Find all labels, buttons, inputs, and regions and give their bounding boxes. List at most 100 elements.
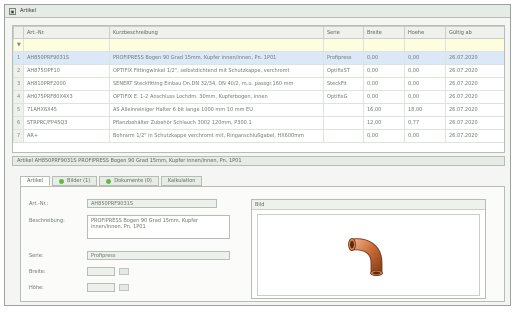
cell-art-nr: AH810PRF2000 (23, 77, 110, 91)
table-row[interactable]: 7 AR+ Bohrarm 1/2" in Schutzkappe verchr… (13, 129, 504, 143)
label-breite: Breite: (29, 269, 46, 275)
table-row[interactable]: 3 AH810PRF2000 SENERT Steckfitting Einba… (13, 77, 504, 91)
cell-hoehe: 0,00 (404, 51, 446, 65)
cell-hoehe: 0,00 (404, 77, 446, 91)
row-number: 3 (13, 77, 24, 91)
filter-row[interactable]: ▼ (13, 38, 504, 52)
art-nr-field[interactable]: AH850PRF9031S (87, 199, 217, 208)
cell-description: AS Alleinreiniger Halter 6 bit lange 100… (109, 103, 324, 117)
cell-hoehe: 18,00 (404, 103, 446, 117)
image-frame (257, 214, 480, 296)
row-number: 1 (13, 51, 24, 65)
cell-hoehe: 0,00 (404, 129, 446, 143)
tab-label: Kalkulation (167, 178, 196, 184)
column-header-serie[interactable]: Serie (323, 26, 364, 39)
cell-date: 26.07.2020 (445, 51, 504, 65)
cell-art-nr: AH875OPF10 (23, 64, 110, 78)
cell-breite: 0,00 (363, 90, 405, 104)
window-title: Artikel (20, 8, 37, 14)
row-number: 5 (13, 103, 24, 117)
row-number: 7 (13, 129, 24, 143)
tab-dokumente[interactable]: Dokumente (0) (99, 176, 159, 186)
cell-breite: 16,00 (363, 103, 405, 117)
status-dot-icon (59, 178, 65, 184)
cell-date: 26.07.2020 (445, 103, 504, 117)
detail-tabs: Artikel Bilder (1) Dokumente (0) Kalkula… (20, 176, 203, 186)
cell-art-nr: 71AHX6X45 (23, 103, 110, 117)
cell-hoehe: 0,00 (404, 64, 446, 78)
column-header-hoehe[interactable]: Hoehe (404, 26, 446, 39)
column-header-rownum[interactable] (13, 26, 24, 39)
cell-serie: SteckFit (323, 77, 364, 91)
column-header-breite[interactable]: Breite (363, 26, 405, 39)
copper-elbow-fitting-icon (348, 238, 383, 277)
table-row[interactable]: 2 AH875OPF10 OPTIFIX Fittingwinkel 1/2",… (13, 64, 504, 78)
image-box-title: Bild (255, 201, 265, 208)
cell-serie (323, 129, 364, 143)
cell-date: 26.07.2020 (445, 129, 504, 143)
row-number: 2 (13, 64, 24, 78)
table-row[interactable]: 5 71AHX6X45 AS Alleinreiniger Halter 6 b… (13, 103, 504, 117)
table-row[interactable]: 4 AH075PRF80X4X3 OPTIFIX E. 1-2 Anschlus… (13, 90, 504, 104)
title-bar: ▣ Artikel (5, 5, 510, 18)
window-icon: ▣ (9, 7, 16, 15)
cell-breite: 0,00 (363, 77, 405, 91)
label-serie: Serie: (29, 253, 44, 259)
cell-art-nr: AH075PRF80X4X3 (23, 90, 110, 104)
cell-serie (323, 116, 364, 130)
image-box: Bild (251, 199, 486, 299)
row-number: 4 (13, 90, 24, 104)
cell-date: 26.07.2020 (445, 77, 504, 91)
article-table: Art.-Nr. Kurzbeschreibung Serie Breite H… (13, 26, 504, 143)
breite-unit-box (119, 268, 129, 275)
tab-bilder[interactable]: Bilder (1) (52, 176, 98, 186)
cell-serie: Profipress (323, 51, 364, 65)
cell-art-nr: AH850PRF9031S (23, 51, 110, 65)
cell-description: OPTIFIX E. 1-2 Anschluss Lochdm. 30mm, K… (109, 90, 324, 104)
filter-icon: ▼ (13, 38, 24, 52)
filter-cell[interactable] (323, 38, 364, 52)
cell-breite: 0,00 (363, 129, 405, 143)
cell-hoehe: 0,77 (404, 116, 446, 130)
table-row[interactable]: 6 STRPRC/FP45Q3 Pflanzbehälter Zubehör S… (13, 116, 504, 130)
status-dot-icon (106, 178, 112, 184)
filter-cell[interactable] (109, 38, 324, 52)
label-hoehe: Höhe: (29, 285, 44, 291)
table-row[interactable]: 1 AH850PRF9031S PROFIPRESS Bogen 90 Grad… (13, 51, 504, 65)
cell-hoehe: 0,00 (404, 90, 446, 104)
tab-kalkulation[interactable]: Kalkulation (160, 176, 203, 186)
filter-cell[interactable] (445, 38, 504, 52)
article-grid: Art.-Nr. Kurzbeschreibung Serie Breite H… (12, 25, 505, 153)
column-header-art-nr[interactable]: Art.-Nr. (23, 26, 110, 39)
tab-label: Bilder (1) (67, 178, 91, 184)
label-beschreibung: Beschreibung: (29, 218, 65, 224)
detail-panel: Art.-Nr.: AH850PRF9031S Beschreibung: PR… (20, 186, 505, 302)
filter-cell[interactable] (404, 38, 446, 52)
detail-header: Artikel AH850PRF9031S PROFIPRESS Bogen 9… (12, 156, 505, 166)
column-header-gueltig-ab[interactable]: Gültig ab (445, 26, 504, 39)
cell-date: 26.07.2020 (445, 64, 504, 78)
image-box-header: Bild (252, 200, 485, 210)
cell-description: PROFIPRESS Bogen 90 Grad 15mm, Kupfer in… (109, 51, 324, 65)
cell-description: SENERT Steckfitting Einbau Dn.DN 32/34, … (109, 77, 324, 91)
filter-cell[interactable] (363, 38, 405, 52)
tab-label: Artikel (27, 178, 44, 184)
cell-breite: 0,00 (363, 51, 405, 65)
cell-art-nr: AR+ (23, 129, 110, 143)
label-art-nr: Art.-Nr.: (29, 201, 49, 207)
filter-cell[interactable] (23, 38, 110, 52)
detail-header-text: Artikel AH850PRF9031S PROFIPRESS Bogen 9… (17, 158, 242, 164)
cell-serie: OptifixST (323, 64, 364, 78)
serie-field[interactable]: Profipress (87, 251, 230, 260)
hoehe-unit-box (119, 284, 129, 291)
column-header-kurzbeschreibung[interactable]: Kurzbeschreibung (109, 26, 324, 39)
description-textarea[interactable]: PROFIPRESS Bogen 90 Grad 15mm, Kupfer in… (87, 215, 230, 239)
breite-field[interactable] (87, 267, 115, 276)
tab-artikel[interactable]: Artikel (20, 176, 51, 186)
hoehe-field[interactable] (87, 283, 115, 292)
cell-breite: 12,00 (363, 116, 405, 130)
cell-date: 26.07.2020 (445, 90, 504, 104)
cell-description: Bohrarm 1/2" in Schutzkappe verchromt mi… (109, 129, 324, 143)
cell-breite: 0,00 (363, 64, 405, 78)
cell-serie (323, 103, 364, 117)
